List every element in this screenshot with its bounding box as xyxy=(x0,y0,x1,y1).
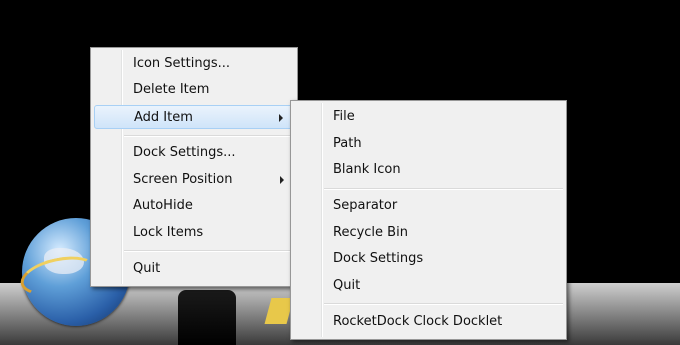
dock-context-menu: Icon Settings... Delete Item Add Item Do… xyxy=(90,47,298,287)
menu-item-lock-items[interactable]: Lock Items xyxy=(94,221,294,245)
submenu-item-blank-icon[interactable]: Blank Icon xyxy=(294,158,563,182)
menu-separator xyxy=(324,188,563,190)
menu-item-screen-position[interactable]: Screen Position xyxy=(94,168,294,192)
menu-item-label: Path xyxy=(333,136,362,151)
menu-item-autohide[interactable]: AutoHide xyxy=(94,194,294,218)
menu-item-label: AutoHide xyxy=(133,198,193,213)
submenu-item-path[interactable]: Path xyxy=(294,132,563,156)
menu-item-label: Delete Item xyxy=(133,82,210,97)
menu-item-quit[interactable]: Quit xyxy=(94,257,294,281)
menu-item-label: Quit xyxy=(133,261,161,276)
submenu-arrow-icon xyxy=(279,114,283,122)
menu-item-label: File xyxy=(333,109,355,124)
menu-item-label: Lock Items xyxy=(133,225,204,240)
submenu-item-file[interactable]: File xyxy=(294,105,563,129)
menu-item-label: Add Item xyxy=(134,110,193,125)
menu-separator xyxy=(324,303,563,305)
menu-item-label: Dock Settings xyxy=(333,251,424,266)
menu-separator xyxy=(124,135,294,137)
submenu-item-dock-settings[interactable]: Dock Settings xyxy=(294,247,563,271)
menu-item-add-item[interactable]: Add Item xyxy=(94,105,294,129)
submenu-item-separator[interactable]: Separator xyxy=(294,194,563,218)
add-item-submenu: File Path Blank Icon Separator Recycle B… xyxy=(290,100,567,340)
menu-item-dock-settings[interactable]: Dock Settings... xyxy=(94,141,294,165)
menu-item-label: RocketDock Clock Docklet xyxy=(333,314,503,329)
menu-item-label: Blank Icon xyxy=(333,162,401,177)
menu-item-label: Recycle Bin xyxy=(333,225,408,240)
submenu-item-quit[interactable]: Quit xyxy=(294,274,563,298)
menu-item-delete-item[interactable]: Delete Item xyxy=(94,78,294,102)
menu-item-icon-settings[interactable]: Icon Settings... xyxy=(94,52,294,76)
menu-item-label: Dock Settings... xyxy=(133,145,236,160)
menu-item-label: Icon Settings... xyxy=(133,56,231,71)
menu-item-label: Quit xyxy=(333,278,361,293)
dock-item-icon[interactable] xyxy=(178,290,236,345)
menu-item-label: Separator xyxy=(333,198,398,213)
submenu-item-recycle-bin[interactable]: Recycle Bin xyxy=(294,221,563,245)
submenu-arrow-icon xyxy=(280,176,284,184)
menu-separator xyxy=(124,250,294,252)
menu-item-label: Screen Position xyxy=(133,172,233,187)
submenu-item-rocketdock-clock-docklet[interactable]: RocketDock Clock Docklet xyxy=(294,310,563,334)
